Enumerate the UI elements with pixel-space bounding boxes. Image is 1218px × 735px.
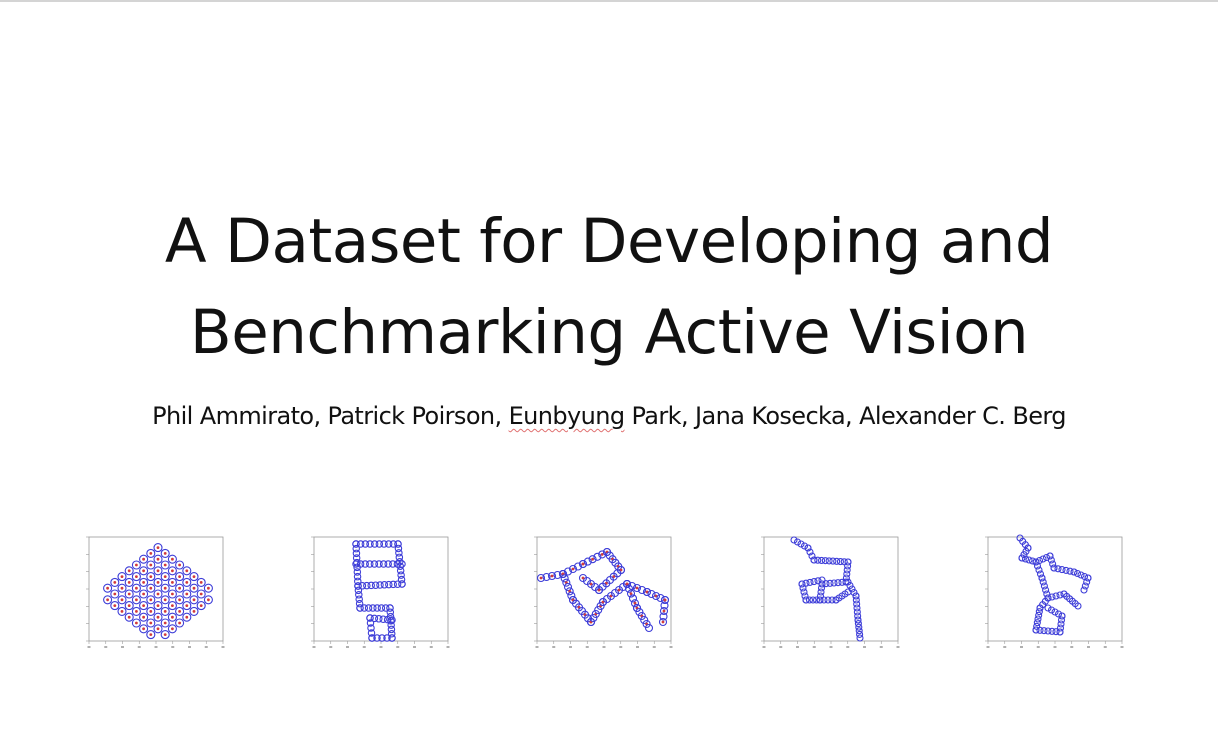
scene-plot-5-graphic [985, 534, 1124, 648]
authors-text-part-1: Phil Ammirato, Patrick Poirson, [152, 402, 509, 430]
scene-plot-2 [310, 534, 452, 652]
scene-plot-2-graphic [311, 536, 450, 648]
scene-plot-4-graphic [761, 536, 900, 648]
scene-plot-3-graphic [534, 536, 673, 648]
presentation-slide: A Dataset for Developing and Benchmarkin… [0, 0, 1218, 735]
scene-plot-1 [85, 534, 227, 652]
scene-plot-5 [984, 534, 1126, 652]
spellcheck-flagged-word: Eunbyung [508, 402, 625, 430]
authors-text-part-2: Park, Jana Kosecka, Alexander C. Berg [624, 402, 1067, 430]
slide-title-line-2: Benchmarking Active Vision [189, 297, 1029, 368]
scene-plot-3 [533, 534, 675, 652]
scene-plot-1-graphic [86, 536, 225, 648]
slide-title: A Dataset for Developing and Benchmarkin… [0, 196, 1218, 378]
scene-plot-4 [760, 534, 902, 652]
slide-authors: Phil Ammirato, Patrick Poirson, Eunbyung… [0, 400, 1218, 432]
slide-title-line-1: A Dataset for Developing and [164, 206, 1054, 277]
